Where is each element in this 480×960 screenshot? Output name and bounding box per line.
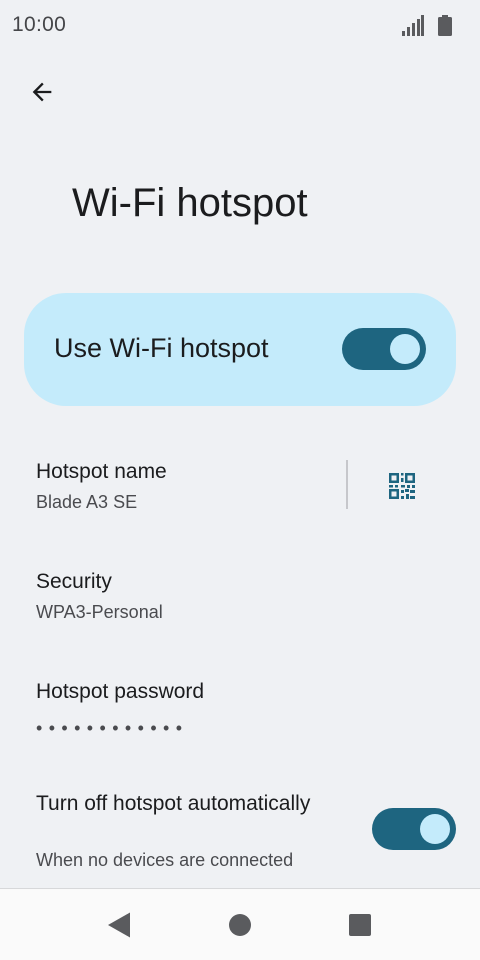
battery-icon bbox=[438, 15, 452, 36]
auto-off-title: Turn off hotspot automatically bbox=[36, 792, 311, 815]
security-value: WPA3-Personal bbox=[36, 602, 163, 622]
nav-recents-button[interactable] bbox=[334, 899, 386, 951]
security-title: Security bbox=[36, 570, 112, 593]
nav-back-icon bbox=[108, 912, 130, 938]
toggle-thumb bbox=[390, 334, 420, 364]
arrow-back-icon bbox=[32, 82, 52, 102]
navigation-bar bbox=[0, 888, 480, 960]
hotspot-name-row[interactable]: Hotspot name Blade A3 SE bbox=[0, 440, 480, 540]
main-switch-bar[interactable]: Use Wi-Fi hotspot bbox=[24, 293, 456, 406]
nav-back-button[interactable] bbox=[93, 899, 145, 951]
status-bar: 10:00 bbox=[0, 0, 480, 50]
qr-code-icon bbox=[389, 473, 415, 499]
main-switch-label: Use Wi-Fi hotspot bbox=[54, 333, 269, 363]
hotspot-name-value: Blade A3 SE bbox=[36, 492, 138, 512]
hotspot-name-title: Hotspot name bbox=[36, 460, 167, 483]
status-time: 10:00 bbox=[12, 13, 67, 36]
toggle-thumb bbox=[420, 814, 450, 844]
nav-home-icon bbox=[229, 914, 251, 936]
back-button[interactable] bbox=[18, 68, 66, 116]
nav-home-button[interactable] bbox=[214, 899, 266, 951]
hotspot-password-title: Hotspot password bbox=[36, 680, 205, 703]
divider bbox=[346, 460, 348, 509]
qr-code-button[interactable] bbox=[376, 462, 428, 510]
auto-off-row[interactable]: Turn off hotspot automatically When no d… bbox=[0, 770, 480, 885]
hotspot-password-row[interactable]: Hotspot password •••••••••••• bbox=[0, 660, 480, 760]
hotspot-toggle[interactable] bbox=[342, 328, 426, 370]
status-icons bbox=[402, 14, 452, 36]
screen: 10:00 Wi-Fi hotspot Use Wi-Fi hotspot Ho… bbox=[0, 0, 480, 960]
page-title: Wi-Fi hotspot bbox=[72, 181, 308, 225]
auto-off-summary: When no devices are connected bbox=[36, 850, 294, 870]
security-row[interactable]: Security WPA3-Personal bbox=[0, 550, 480, 650]
nav-recents-icon bbox=[349, 914, 371, 936]
signal-icon bbox=[402, 15, 424, 36]
hotspot-password-value: •••••••••••• bbox=[36, 718, 189, 738]
auto-off-toggle[interactable] bbox=[372, 808, 456, 850]
